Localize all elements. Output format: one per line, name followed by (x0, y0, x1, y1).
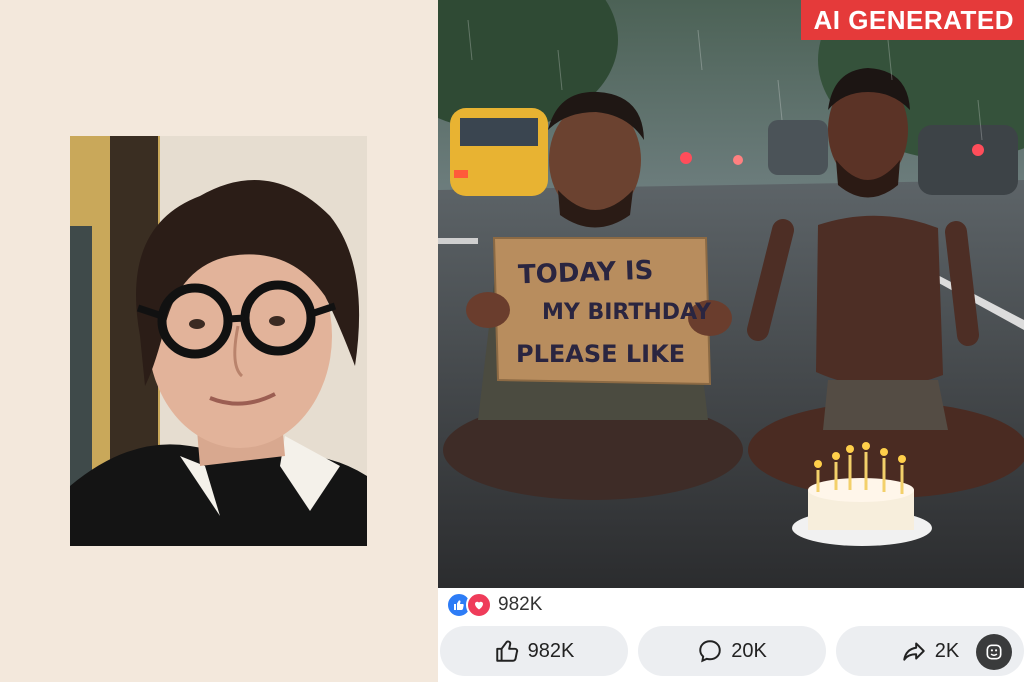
comment-count: 20K (731, 639, 767, 662)
sign-line-3: PLEASE LIKE (516, 340, 686, 368)
like-count: 982K (527, 639, 575, 662)
comment-bubble-icon (699, 640, 721, 663)
left-panel (0, 0, 438, 682)
thumbs-up-icon (495, 640, 518, 662)
love-icon (466, 592, 492, 618)
post-image[interactable]: TODAY IS MY BIRTHDAY PLEASE LIKE AI GENE… (438, 0, 1024, 588)
social-post: TODAY IS MY BIRTHDAY PLEASE LIKE AI GENE… (438, 0, 1024, 682)
comment-button[interactable]: 20K (638, 626, 826, 676)
reaction-count: 982K (498, 594, 543, 615)
sign-line-1: TODAY IS (517, 255, 654, 291)
ai-generated-badge: AI GENERATED (801, 0, 1024, 40)
reaction-summary[interactable]: 982K (446, 592, 542, 618)
portrait-photo (70, 136, 367, 546)
emoji-sticker-icon[interactable] (976, 634, 1012, 670)
sign-line-2: MY BIRTHDAY (542, 300, 711, 325)
like-button[interactable]: 982K (440, 626, 628, 676)
share-arrow-icon (903, 642, 925, 661)
share-count: 2K (934, 639, 960, 662)
